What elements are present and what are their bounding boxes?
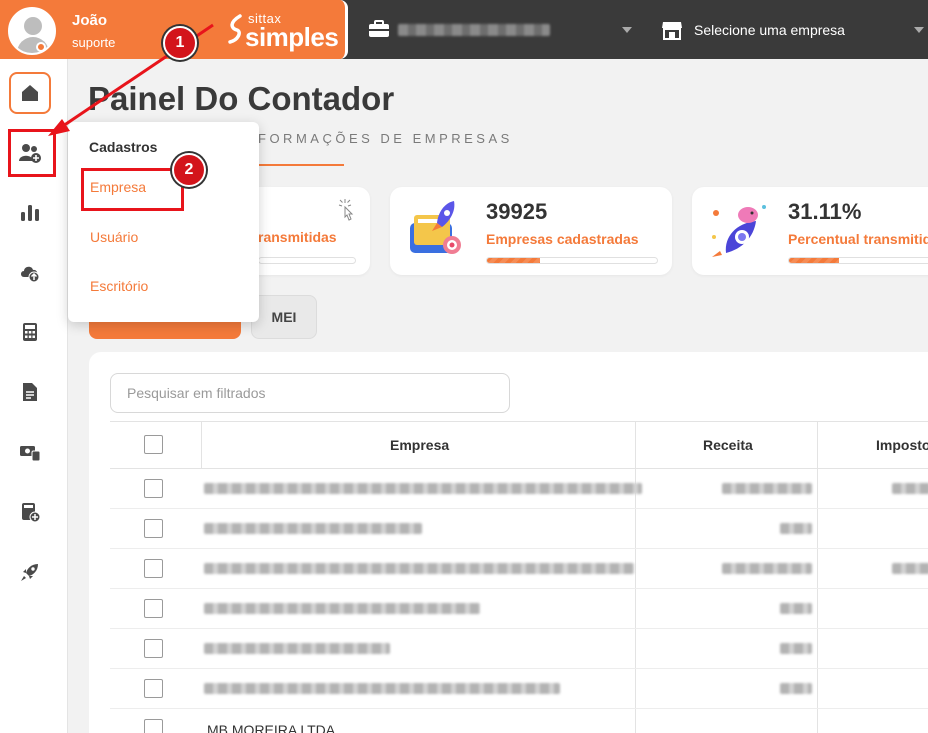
store-icon: [662, 22, 682, 40]
calculator-icon: [23, 323, 37, 341]
sidebar-item-launch[interactable]: [9, 551, 51, 593]
table-row[interactable]: [110, 509, 928, 549]
row-checkbox[interactable]: [144, 479, 163, 498]
company-name: MB MOREIRA LTDA: [207, 722, 336, 733]
column-header-empresa[interactable]: Empresa: [390, 437, 449, 453]
step-badge-2: 2: [172, 153, 206, 187]
user-role: suporte: [72, 35, 116, 50]
step-badge-1: 1: [163, 26, 197, 60]
table-row[interactable]: [110, 669, 928, 709]
piggy-rocket-illustration: [712, 205, 766, 257]
user-name: João: [72, 12, 108, 29]
document-icon: [23, 383, 37, 401]
money-icon: [20, 446, 41, 462]
menu-item-escritorio[interactable]: Escritório: [90, 278, 148, 294]
table-header: Empresa Receita Imposto: [110, 422, 928, 469]
progress-bar: [486, 257, 658, 264]
tab-mei[interactable]: MEI: [251, 295, 317, 339]
stat-card-percentual: 31.11% Percentual transmitido: [692, 187, 928, 275]
table-row[interactable]: [110, 629, 928, 669]
logo-icon: [228, 14, 242, 44]
column-header-imposto[interactable]: Imposto: [876, 437, 928, 453]
table-row[interactable]: MB MOREIRA LTDA: [110, 709, 928, 733]
sidebar-item-payments[interactable]: [9, 431, 51, 473]
stat-label: Percentual transmitido: [788, 231, 928, 247]
status-dot: [36, 42, 46, 52]
chevron-down-icon[interactable]: [914, 27, 924, 33]
stat-label: ransmitidas: [258, 229, 337, 245]
select-all-checkbox[interactable]: [144, 435, 163, 454]
sidebar-item-new-calc[interactable]: [9, 491, 51, 533]
pointer-click-icon: [338, 199, 354, 221]
progress-bar: [788, 257, 928, 264]
row-checkbox[interactable]: [144, 559, 163, 578]
cadastros-menu: Cadastros Empresa Usuário Escritório: [68, 122, 259, 322]
stat-card-empresas: 39925 Empresas cadastradas: [390, 187, 672, 275]
top-bar: João suporte sittax simples Selecione um…: [0, 0, 928, 59]
home-icon: [22, 85, 38, 101]
stat-label: Empresas cadastradas: [486, 231, 639, 247]
stat-value: 31.11%: [788, 199, 862, 224]
company-select[interactable]: Selecione uma empresa: [694, 22, 845, 38]
sidebar-item-upload[interactable]: [9, 251, 51, 293]
progress-bar: [258, 257, 356, 264]
stat-value: 39925: [486, 199, 548, 224]
sidebar-item-reports[interactable]: [9, 191, 51, 233]
sidebar-item-calculator[interactable]: [9, 311, 51, 353]
subtitle-underline: [258, 164, 344, 166]
calculator-add-icon: [22, 503, 41, 523]
page-subtitle: FORMAÇÕES DE EMPRESAS: [258, 131, 513, 146]
user-avatar[interactable]: [8, 7, 56, 55]
cloud-upload-icon: [21, 266, 40, 283]
row-checkbox[interactable]: [144, 679, 163, 698]
rocket-icon: [21, 564, 38, 581]
menu-heading: Cadastros: [89, 139, 158, 155]
highlight-box-cadastros: [8, 129, 56, 177]
rocket-folder-illustration: [410, 201, 461, 254]
chevron-down-icon[interactable]: [622, 27, 632, 33]
companies-table: Empresa Receita Imposto MB MOREIRA LTDA: [110, 421, 928, 733]
table-row[interactable]: [110, 469, 928, 509]
office-select[interactable]: [398, 24, 550, 36]
logo-text: simples: [245, 22, 339, 52]
search-input[interactable]: [110, 373, 510, 413]
bar-chart-icon: [21, 205, 39, 221]
table-row[interactable]: [110, 549, 928, 589]
table-row[interactable]: [110, 589, 928, 629]
row-checkbox[interactable]: [144, 519, 163, 538]
page-title: Painel Do Contador: [88, 80, 395, 117]
menu-item-usuario[interactable]: Usuário: [90, 229, 138, 245]
briefcase-icon: [369, 20, 389, 37]
sidebar-item-documents[interactable]: [9, 371, 51, 413]
column-header-receita[interactable]: Receita: [703, 437, 753, 453]
row-checkbox[interactable]: [144, 719, 163, 733]
row-checkbox[interactable]: [144, 639, 163, 658]
highlight-box-empresa: [81, 168, 184, 211]
row-checkbox[interactable]: [144, 599, 163, 618]
sidebar-item-home[interactable]: [9, 72, 51, 114]
